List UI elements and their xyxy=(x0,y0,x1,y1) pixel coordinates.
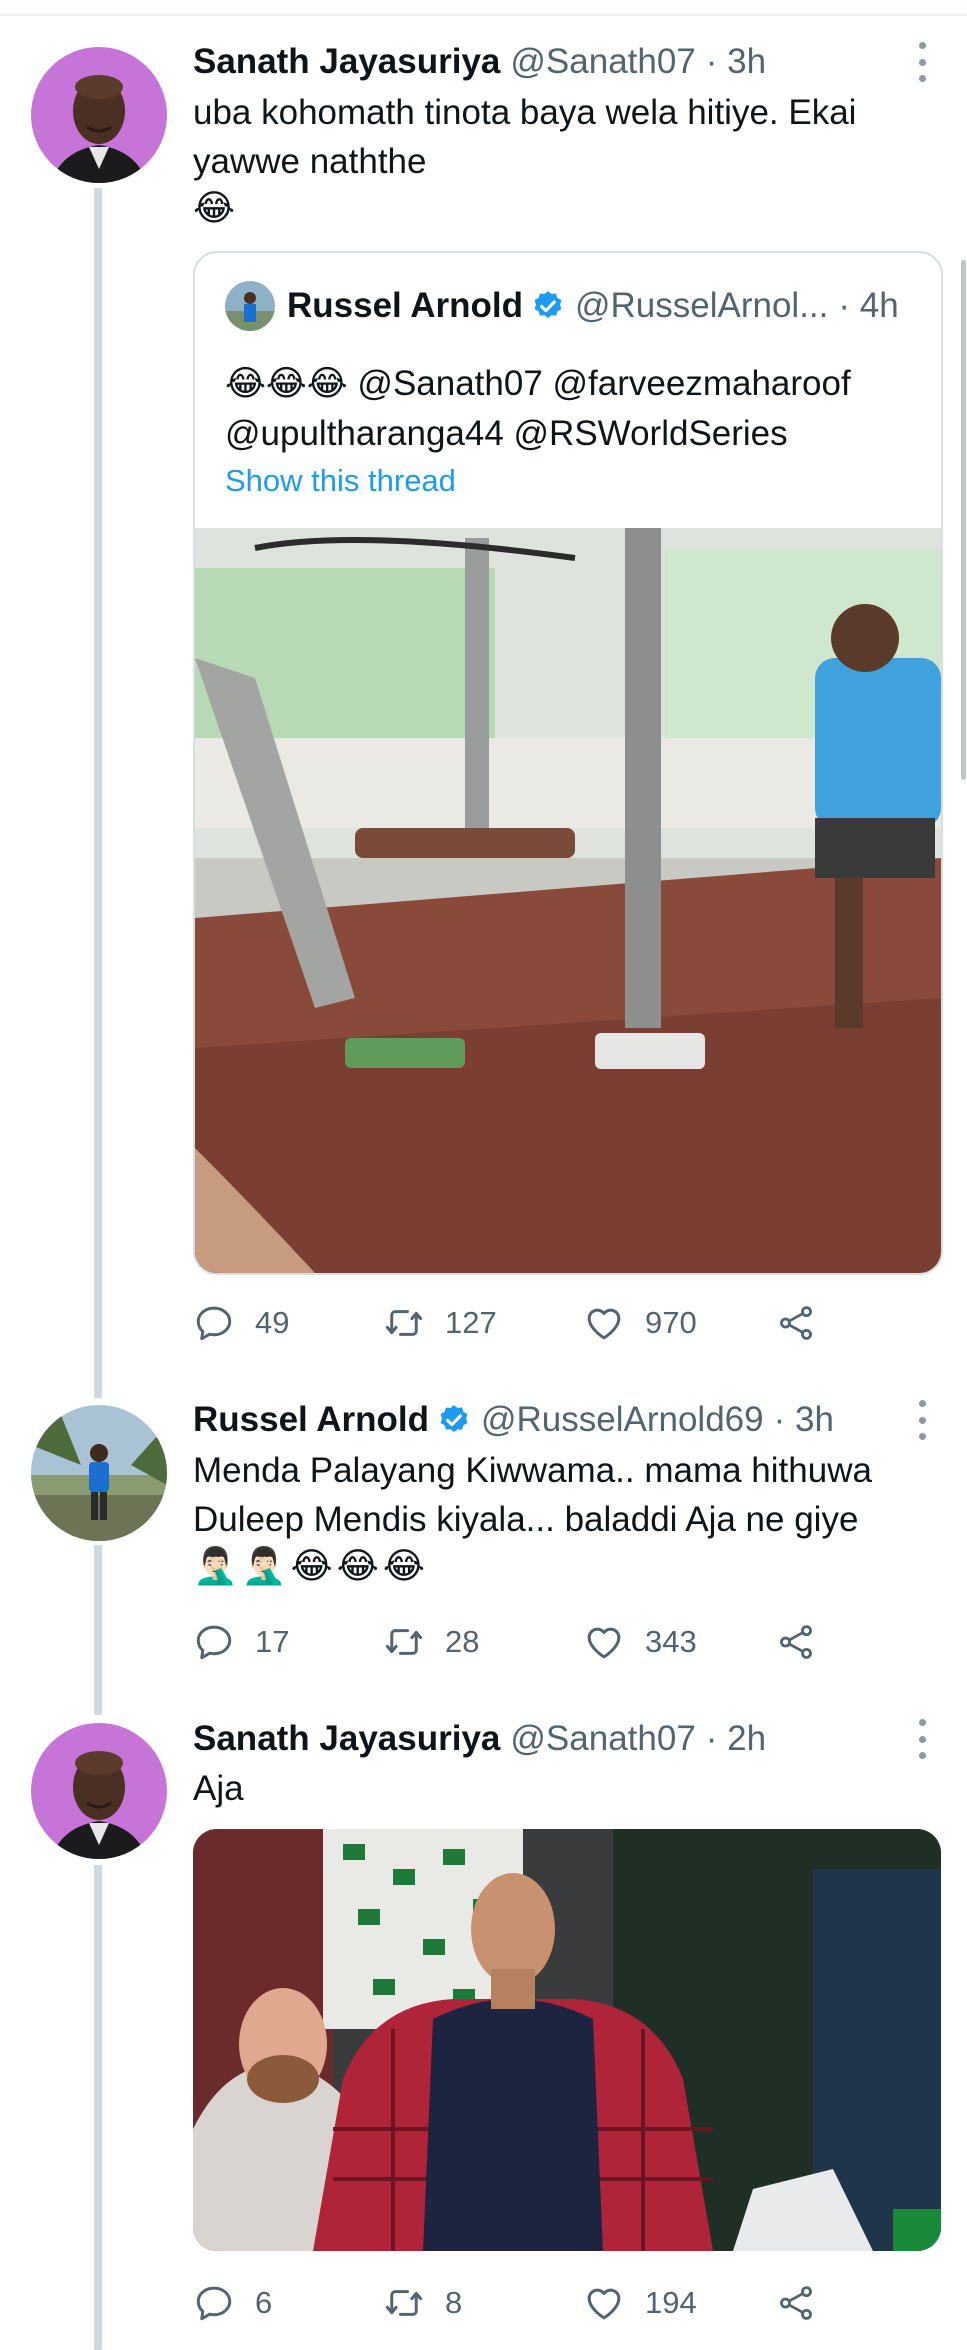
quoted-text-line: 😂😂😂 @Sanath07 @farveezmaharoof xyxy=(225,364,851,403)
tweet-text-line: Aja xyxy=(193,1769,244,1808)
quoted-text: 😂😂😂 @Sanath07 @farveezmaharoof @upulthar… xyxy=(225,359,851,459)
joy-emoji: 😂 xyxy=(382,1546,425,1587)
thread-line xyxy=(94,188,102,1398)
timestamp[interactable]: · 3h xyxy=(706,42,766,82)
reply-count: 6 xyxy=(255,2285,273,2320)
retweet-icon xyxy=(385,1629,423,1655)
scrollbar[interactable] xyxy=(961,260,966,780)
joy-emoji: 😂 xyxy=(290,1546,333,1587)
timestamp[interactable]: · 3h xyxy=(774,1400,834,1440)
show-thread-link[interactable]: Show this thread xyxy=(225,463,456,499)
like-count: 343 xyxy=(645,1624,697,1659)
more-options-icon[interactable] xyxy=(912,1400,932,1440)
tweet-text-line: yawwe naththe xyxy=(193,142,427,181)
share-icon xyxy=(780,1625,812,1659)
author-handle[interactable]: @Sanath07 xyxy=(510,1719,695,1759)
facepalm-emoji: 🤦🏻‍♂️ xyxy=(241,1546,287,1587)
tweet-text-line: uba kohomath tinota baya wela hitiye. Ek… xyxy=(193,93,857,132)
reply-button[interactable]: 17 xyxy=(193,1617,289,1667)
facepalm-emoji: 🤦🏻‍♂️ xyxy=(193,1546,238,1587)
tweet-text-line: Menda Palayang Kiwwama.. mama hithuwa xyxy=(193,1451,872,1490)
like-button[interactable]: 194 xyxy=(583,2278,697,2328)
emoji-row: 🤦🏻‍♂️ 🤦🏻‍♂️ 😂 😂 😂 xyxy=(193,1544,425,1590)
tweet-text: uba kohomath tinota baya wela hitiye. Ek… xyxy=(193,88,856,186)
verified-badge-icon xyxy=(437,1403,471,1437)
tweet-actions: 6 8 194 xyxy=(193,2278,833,2328)
quoted-text-line: @upultharanga44 @RSWorldSeries xyxy=(225,414,788,453)
tweet-header: Russel Arnold @RusselArnold69 · 3h xyxy=(193,1398,834,1442)
retweet-button[interactable]: 28 xyxy=(383,1617,479,1667)
avatar[interactable] xyxy=(31,1405,167,1541)
like-count: 194 xyxy=(645,2285,697,2320)
share-button[interactable] xyxy=(775,1617,817,1667)
like-count: 970 xyxy=(645,1305,697,1340)
tweet-header: Sanath Jayasuriya @Sanath07 · 2h xyxy=(193,1717,766,1761)
like-button[interactable]: 343 xyxy=(583,1617,697,1667)
author-handle[interactable]: @Sanath07 xyxy=(510,42,695,82)
heart-icon xyxy=(587,1627,621,1659)
author-handle[interactable]: @RusselArnold69 xyxy=(481,1400,764,1440)
reply-button[interactable]: 49 xyxy=(193,1298,289,1348)
retweet-count: 8 xyxy=(445,2285,463,2320)
quoted-avatar xyxy=(225,281,275,331)
avatar[interactable] xyxy=(31,1723,167,1859)
share-button[interactable] xyxy=(775,1298,817,1348)
like-button[interactable]: 970 xyxy=(583,1298,697,1348)
joy-emoji: 😂 xyxy=(336,1546,379,1587)
emoji-row: 😂 xyxy=(193,186,235,232)
author-name[interactable]: Sanath Jayasuriya xyxy=(193,1719,500,1759)
reply-icon xyxy=(196,2286,232,2321)
share-button[interactable] xyxy=(775,2278,817,2328)
reply-count: 49 xyxy=(255,1305,290,1340)
more-options-icon[interactable] xyxy=(912,42,932,82)
quoted-author-handle: @RusselArnol... xyxy=(574,286,829,325)
gym-video-thumbnail[interactable] xyxy=(195,528,941,1273)
author-name[interactable]: Sanath Jayasuriya xyxy=(193,42,500,82)
heart-icon xyxy=(587,2288,621,2320)
verified-badge-icon xyxy=(531,289,565,323)
tweet-actions: 17 28 343 xyxy=(193,1617,833,1667)
retweet-count: 127 xyxy=(445,1305,497,1340)
quoted-author-name: Russel Arnold xyxy=(287,286,523,325)
joy-emoji: 😂 xyxy=(193,188,236,229)
timestamp[interactable]: · 2h xyxy=(706,1719,766,1759)
reply-icon xyxy=(196,1625,232,1660)
quoted-timestamp: · 4h xyxy=(838,286,899,325)
retweet-count: 28 xyxy=(445,1624,480,1659)
retweet-icon xyxy=(385,1310,423,1336)
reply-count: 17 xyxy=(255,1624,290,1659)
cricket-fan-photo[interactable] xyxy=(193,1829,941,2251)
heart-icon xyxy=(587,1308,621,1340)
thread-line xyxy=(94,1865,102,2350)
reply-icon xyxy=(196,1306,232,1341)
author-name[interactable]: Russel Arnold xyxy=(193,1400,429,1440)
retweet-button[interactable]: 127 xyxy=(383,1298,497,1348)
more-options-icon[interactable] xyxy=(912,1719,932,1759)
thread-line xyxy=(94,1545,102,1715)
top-divider xyxy=(0,14,967,16)
tweet-text-line: Duleep Mendis kiyala... baladdi Aja ne g… xyxy=(193,1500,859,1539)
share-icon xyxy=(780,1306,812,1340)
retweet-icon xyxy=(385,2290,423,2316)
share-icon xyxy=(780,2286,812,2320)
quoted-header: Russel Arnold @RusselArnol... · 4h xyxy=(287,283,899,329)
avatar[interactable] xyxy=(31,47,167,183)
retweet-button[interactable]: 8 xyxy=(383,2278,462,2328)
tweet-text: Menda Palayang Kiwwama.. mama hithuwa Du… xyxy=(193,1446,872,1544)
tweet-actions: 49 127 970 xyxy=(193,1298,833,1348)
reply-button[interactable]: 6 xyxy=(193,2278,272,2328)
tweet-text: Aja xyxy=(193,1764,244,1813)
quoted-tweet[interactable]: Russel Arnold @RusselArnol... · 4h 😂😂😂 @… xyxy=(193,251,943,1275)
tweet-header: Sanath Jayasuriya @Sanath07 · 3h xyxy=(193,40,766,84)
